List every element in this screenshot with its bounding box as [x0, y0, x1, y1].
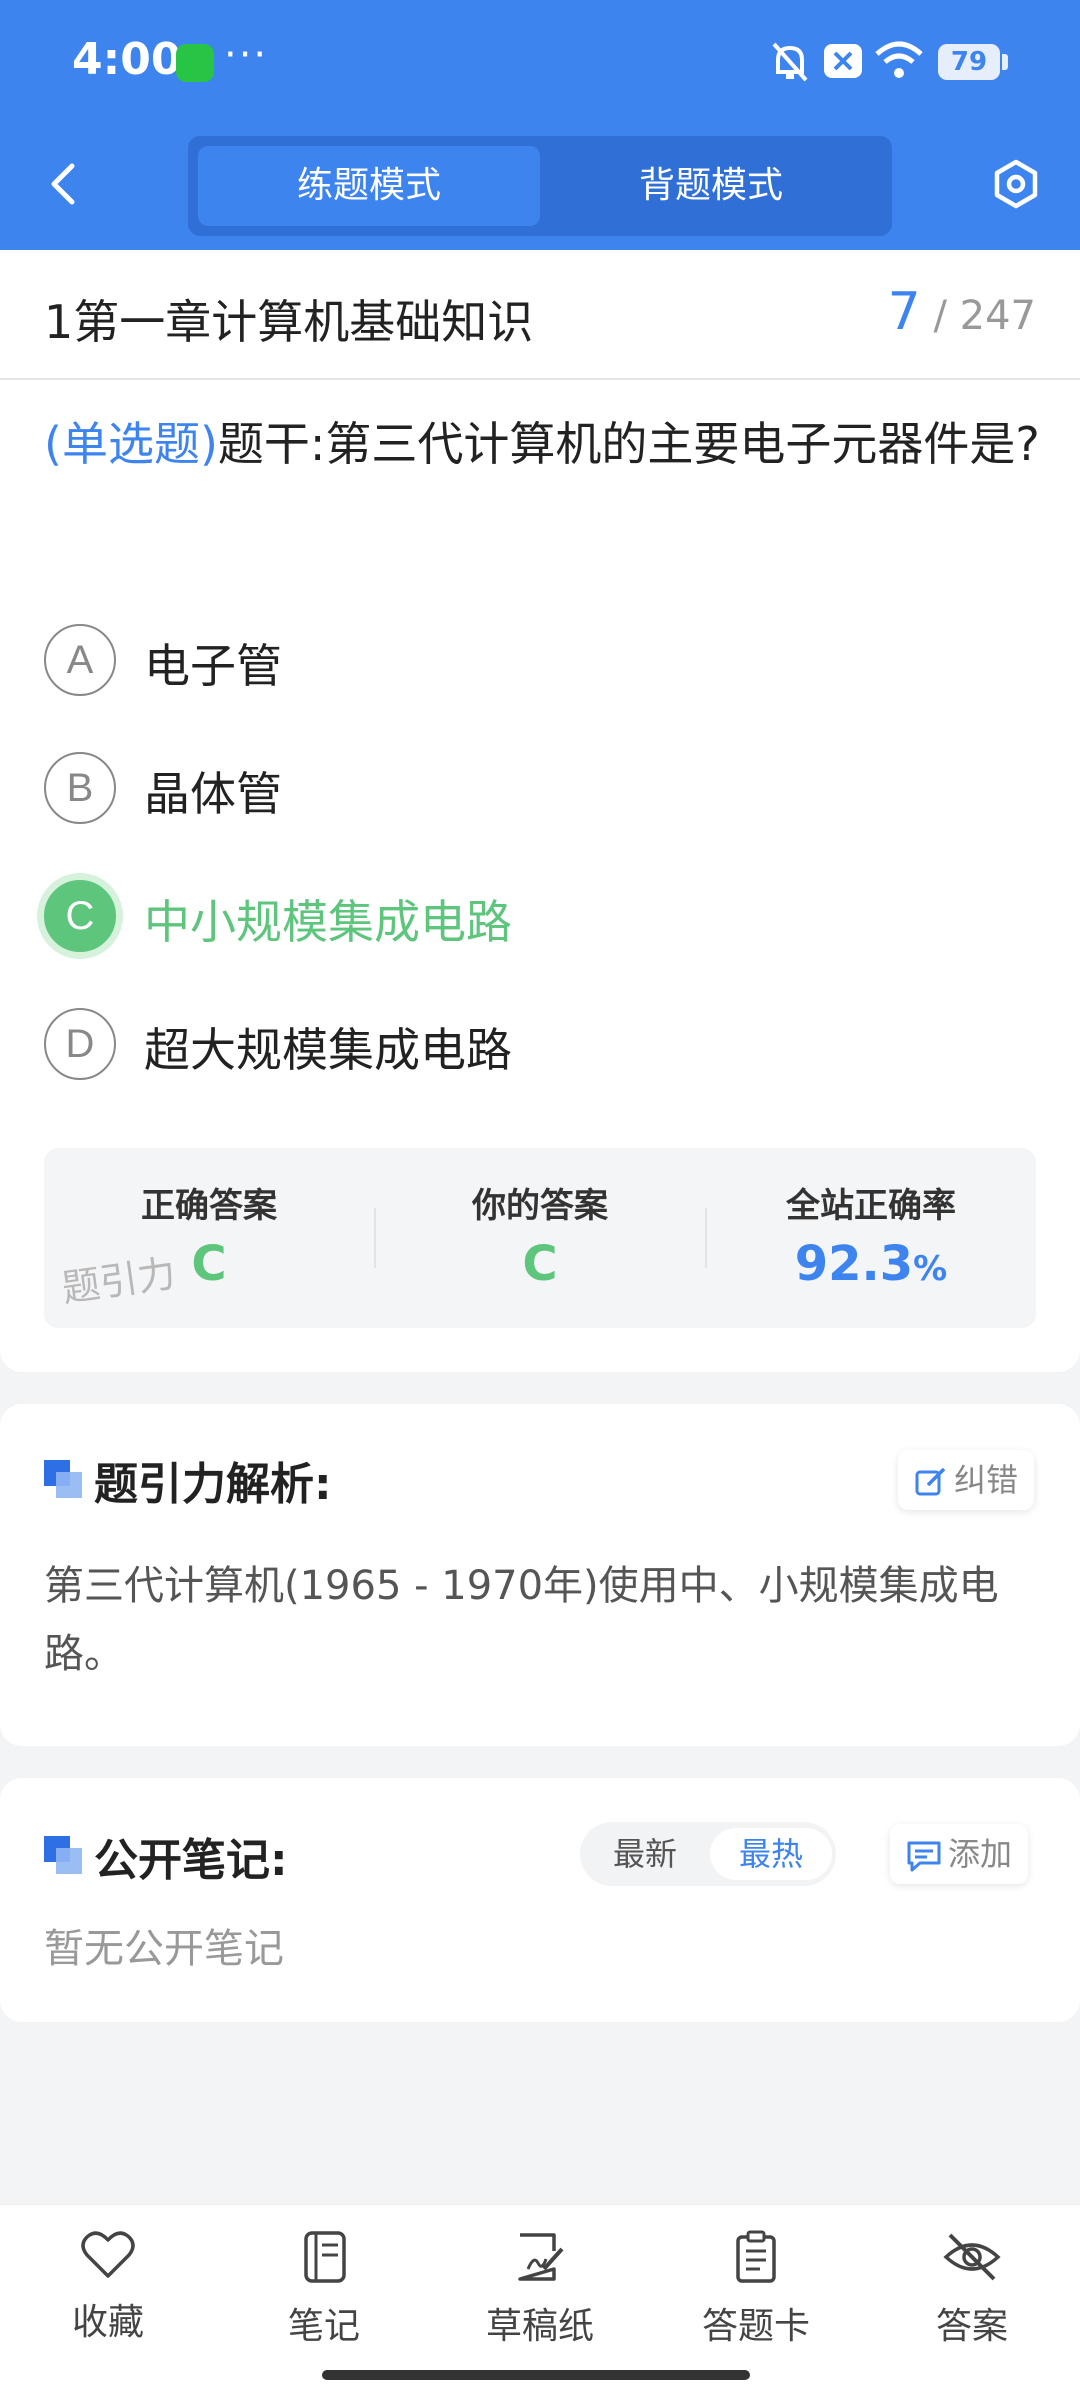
accuracy-number: 92.3: [794, 1236, 914, 1292]
public-notes-card: 公开笔记: 最新 最热 添加 暂无公开笔记: [0, 1778, 1080, 2022]
option-d[interactable]: D 超大规模集成电路: [44, 1008, 1040, 1084]
status-time: 4:00: [72, 34, 182, 85]
accuracy-label: 全站正确率: [786, 1186, 956, 1226]
option-b[interactable]: B 晶体管: [44, 752, 1040, 828]
nav-favorite[interactable]: 收藏: [0, 2229, 216, 2359]
option-text: 中小规模集成电路: [144, 895, 512, 949]
section-icon: [44, 1836, 82, 1874]
wechat-notification-icon: [176, 44, 214, 82]
accuracy-value: 92.3%: [706, 1236, 1036, 1292]
wifi-icon: [875, 41, 923, 78]
add-note-label: 添加: [948, 1835, 1013, 1873]
comment-icon: [907, 1841, 941, 1872]
edit-icon: [915, 1467, 946, 1496]
answer-sheet-icon: [736, 2230, 776, 2283]
option-letter: D: [44, 1008, 116, 1080]
nav-draft-paper[interactable]: 草稿纸: [432, 2229, 648, 2359]
bell-off-icon: [772, 42, 808, 82]
accuracy-column: 全站正确率 92.3%: [706, 1148, 1036, 1328]
nav-answer-sheet[interactable]: 答题卡: [648, 2229, 864, 2359]
back-arrow-icon[interactable]: [44, 160, 84, 208]
question-type: (单选题): [44, 417, 218, 471]
your-answer-label: 你的答案: [472, 1186, 608, 1226]
tab-recite-mode[interactable]: 背题模式: [540, 146, 882, 226]
status-bar: 4:00 ··· 79: [0, 0, 1080, 125]
draft-paper-icon: [518, 2233, 564, 2281]
nav-show-answer[interactable]: 答案: [864, 2229, 1080, 2359]
answer-summary: 正确答案 C 你的答案 C 全站正确率 92.3% 题引力: [44, 1148, 1036, 1328]
report-error-button[interactable]: 纠错: [898, 1450, 1035, 1510]
notes-title: 公开笔记:: [94, 1835, 288, 1886]
mode-toggle: 练题模式 背题模式: [188, 136, 892, 236]
accuracy-unit: %: [913, 1249, 948, 1289]
correct-answer-label: 正确答案: [141, 1186, 277, 1226]
battery-indicator: 79: [938, 44, 1000, 80]
option-text: 晶体管: [144, 767, 282, 821]
your-answer-column: 你的答案 C: [375, 1148, 705, 1328]
chapter-title: 1第一章计算机基础知识: [44, 295, 534, 349]
current-question-number: 7: [887, 282, 921, 342]
add-note-button[interactable]: 添加: [890, 1824, 1029, 1884]
analysis-text: 第三代计算机(1965 - 1970年)使用中、小规模集成电路。: [44, 1563, 999, 1677]
nav-notes[interactable]: 笔记: [216, 2229, 432, 2359]
nav-label: 草稿纸: [485, 2306, 594, 2347]
tab-practice-mode[interactable]: 练题模式: [198, 146, 540, 226]
question-counter: 7 / 247: [888, 282, 1036, 342]
nav-label: 笔记: [287, 2306, 360, 2347]
heart-icon: [81, 2231, 135, 2278]
notes-sort-toggle: 最新 最热: [580, 1822, 836, 1886]
option-letter: A: [44, 624, 116, 696]
settings-icon[interactable]: [990, 158, 1042, 210]
your-answer-value: C: [522, 1236, 558, 1292]
question-card: 1第一章计算机基础知识 7 / 247 (单选题)题干:第三代计算机的主要电子元…: [0, 250, 1080, 1372]
nav-label: 答案: [935, 2306, 1008, 2347]
eye-off-icon: [943, 2233, 1001, 2281]
nav-label: 答题卡: [701, 2306, 810, 2347]
option-a[interactable]: A 电子管: [44, 624, 1040, 700]
sort-newest[interactable]: 最新: [584, 1828, 706, 1880]
nav-label: 收藏: [71, 2302, 144, 2343]
empty-notes-text: 暂无公开笔记: [44, 1926, 284, 1972]
battery-tip: [1002, 54, 1008, 70]
close-box-icon: [824, 44, 862, 78]
total-questions: / 247: [933, 293, 1036, 339]
question-text: 题干:第三代计算机的主要电子元器件是?: [217, 417, 1040, 471]
question-stem: (单选题)题干:第三代计算机的主要电子元器件是?: [44, 400, 1040, 488]
analysis-title: 题引力解析:: [94, 1459, 332, 1510]
analysis-card: 题引力解析: 纠错 第三代计算机(1965 - 1970年)使用中、小规模集成电…: [0, 1404, 1080, 1746]
section-icon: [44, 1460, 82, 1498]
option-letter: B: [44, 752, 116, 824]
option-letter: C: [44, 880, 116, 952]
app-header: 4:00 ··· 79 练题模式 背题模式: [0, 0, 1080, 250]
home-indicator[interactable]: [322, 2370, 750, 2380]
report-error-label: 纠错: [954, 1461, 1019, 1499]
more-notifications-icon: ···: [224, 32, 269, 78]
chapter-row: 1第一章计算机基础知识 7 / 247: [0, 250, 1080, 380]
option-text: 超大规模集成电路: [144, 1023, 512, 1077]
notebook-icon: [304, 2231, 346, 2283]
sort-hottest[interactable]: 最热: [710, 1828, 832, 1880]
option-c[interactable]: C 中小规模集成电路: [44, 880, 1040, 956]
option-text: 电子管: [144, 639, 282, 693]
